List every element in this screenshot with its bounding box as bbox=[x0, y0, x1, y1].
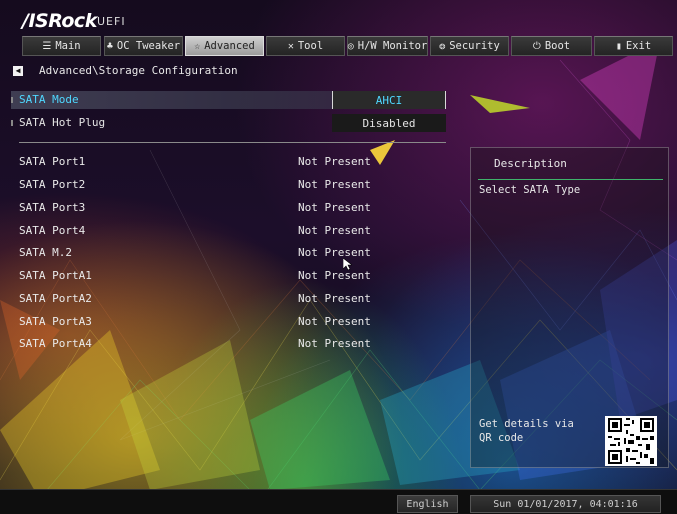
port-label: SATA Port3 bbox=[19, 201, 86, 214]
bios-screen: /ISRock UEFI ☰ Main ♣ OC Tweaker ☆ Advan… bbox=[0, 0, 677, 514]
port-status: Not Present bbox=[298, 224, 371, 237]
port-status: Not Present bbox=[298, 155, 371, 168]
rocket-icon: ♣ bbox=[106, 40, 113, 52]
port-status: Not Present bbox=[298, 269, 371, 282]
datetime-display: Sun 01/01/2017, 04:01:16 bbox=[470, 495, 661, 513]
port-label: SATA Port1 bbox=[19, 155, 86, 168]
sata-mode-label: SATA Mode bbox=[19, 93, 79, 106]
monitor-icon: ◎ bbox=[347, 40, 354, 52]
brand-logo: /ISRock bbox=[22, 10, 97, 32]
description-divider bbox=[478, 179, 663, 180]
breadcrumb: Advanced\Storage Configuration bbox=[39, 64, 238, 77]
sata-hot-plug-select[interactable]: Disabled bbox=[332, 114, 446, 132]
tab-security[interactable]: ❂ Security bbox=[430, 36, 509, 56]
tab-label: Exit bbox=[625, 40, 652, 52]
tab-label: Main bbox=[55, 40, 81, 52]
tab-main[interactable]: ☰ Main bbox=[22, 36, 101, 56]
port-status: Not Present bbox=[298, 337, 371, 350]
port-status: Not Present bbox=[298, 201, 371, 214]
tab-label: Advanced bbox=[204, 40, 255, 52]
description-title: Description bbox=[494, 157, 567, 170]
sata-mode-select[interactable]: AHCI bbox=[332, 91, 446, 109]
item-marker bbox=[11, 97, 13, 103]
port-label: SATA Port2 bbox=[19, 178, 86, 191]
list-icon: ☰ bbox=[42, 40, 52, 52]
tab-label: Boot bbox=[544, 40, 571, 52]
port-status: Not Present bbox=[298, 178, 371, 191]
port-status: Not Present bbox=[298, 246, 371, 259]
mouse-cursor-icon bbox=[343, 258, 352, 271]
qr-code-icon bbox=[605, 416, 657, 466]
port-label: SATA Port4 bbox=[19, 224, 86, 237]
tool-icon: ✕ bbox=[287, 40, 294, 52]
tab-exit[interactable]: ▮ Exit bbox=[594, 36, 673, 56]
tab-label: Tool bbox=[297, 40, 324, 52]
tab-tool[interactable]: ✕ Tool bbox=[266, 36, 345, 56]
power-icon: ⏻ bbox=[532, 40, 541, 52]
port-label: SATA PortA3 bbox=[19, 315, 92, 328]
port-status: Not Present bbox=[298, 292, 371, 305]
port-label: SATA PortA4 bbox=[19, 337, 92, 350]
item-marker bbox=[11, 120, 13, 126]
back-arrow-icon[interactable]: ◀ bbox=[13, 66, 23, 76]
tab-oc-tweaker[interactable]: ♣ OC Tweaker bbox=[104, 36, 183, 56]
tab-boot[interactable]: ⏻ Boot bbox=[511, 36, 592, 56]
tab-advanced[interactable]: ☆ Advanced bbox=[185, 36, 264, 56]
divider bbox=[19, 142, 446, 143]
port-label: SATA PortA2 bbox=[19, 292, 92, 305]
language-button[interactable]: English bbox=[397, 495, 458, 513]
tab-label: H/W Monitor bbox=[357, 40, 428, 52]
exit-icon: ▮ bbox=[615, 40, 622, 52]
shield-icon: ❂ bbox=[439, 40, 446, 52]
description-text: Select SATA Type bbox=[479, 184, 581, 196]
tab-label: OC Tweaker bbox=[116, 40, 181, 52]
qr-caption: Get details via QR code bbox=[479, 418, 574, 444]
port-label: SATA M.2 bbox=[19, 246, 72, 259]
tab-hw-monitor[interactable]: ◎ H/W Monitor bbox=[347, 36, 428, 56]
port-label: SATA PortA1 bbox=[19, 269, 92, 282]
brand-suffix: UEFI bbox=[97, 15, 126, 28]
tab-label: Security bbox=[449, 40, 500, 52]
sata-hot-plug-label: SATA Hot Plug bbox=[19, 116, 106, 129]
port-status: Not Present bbox=[298, 315, 371, 328]
star-icon: ☆ bbox=[194, 40, 201, 52]
